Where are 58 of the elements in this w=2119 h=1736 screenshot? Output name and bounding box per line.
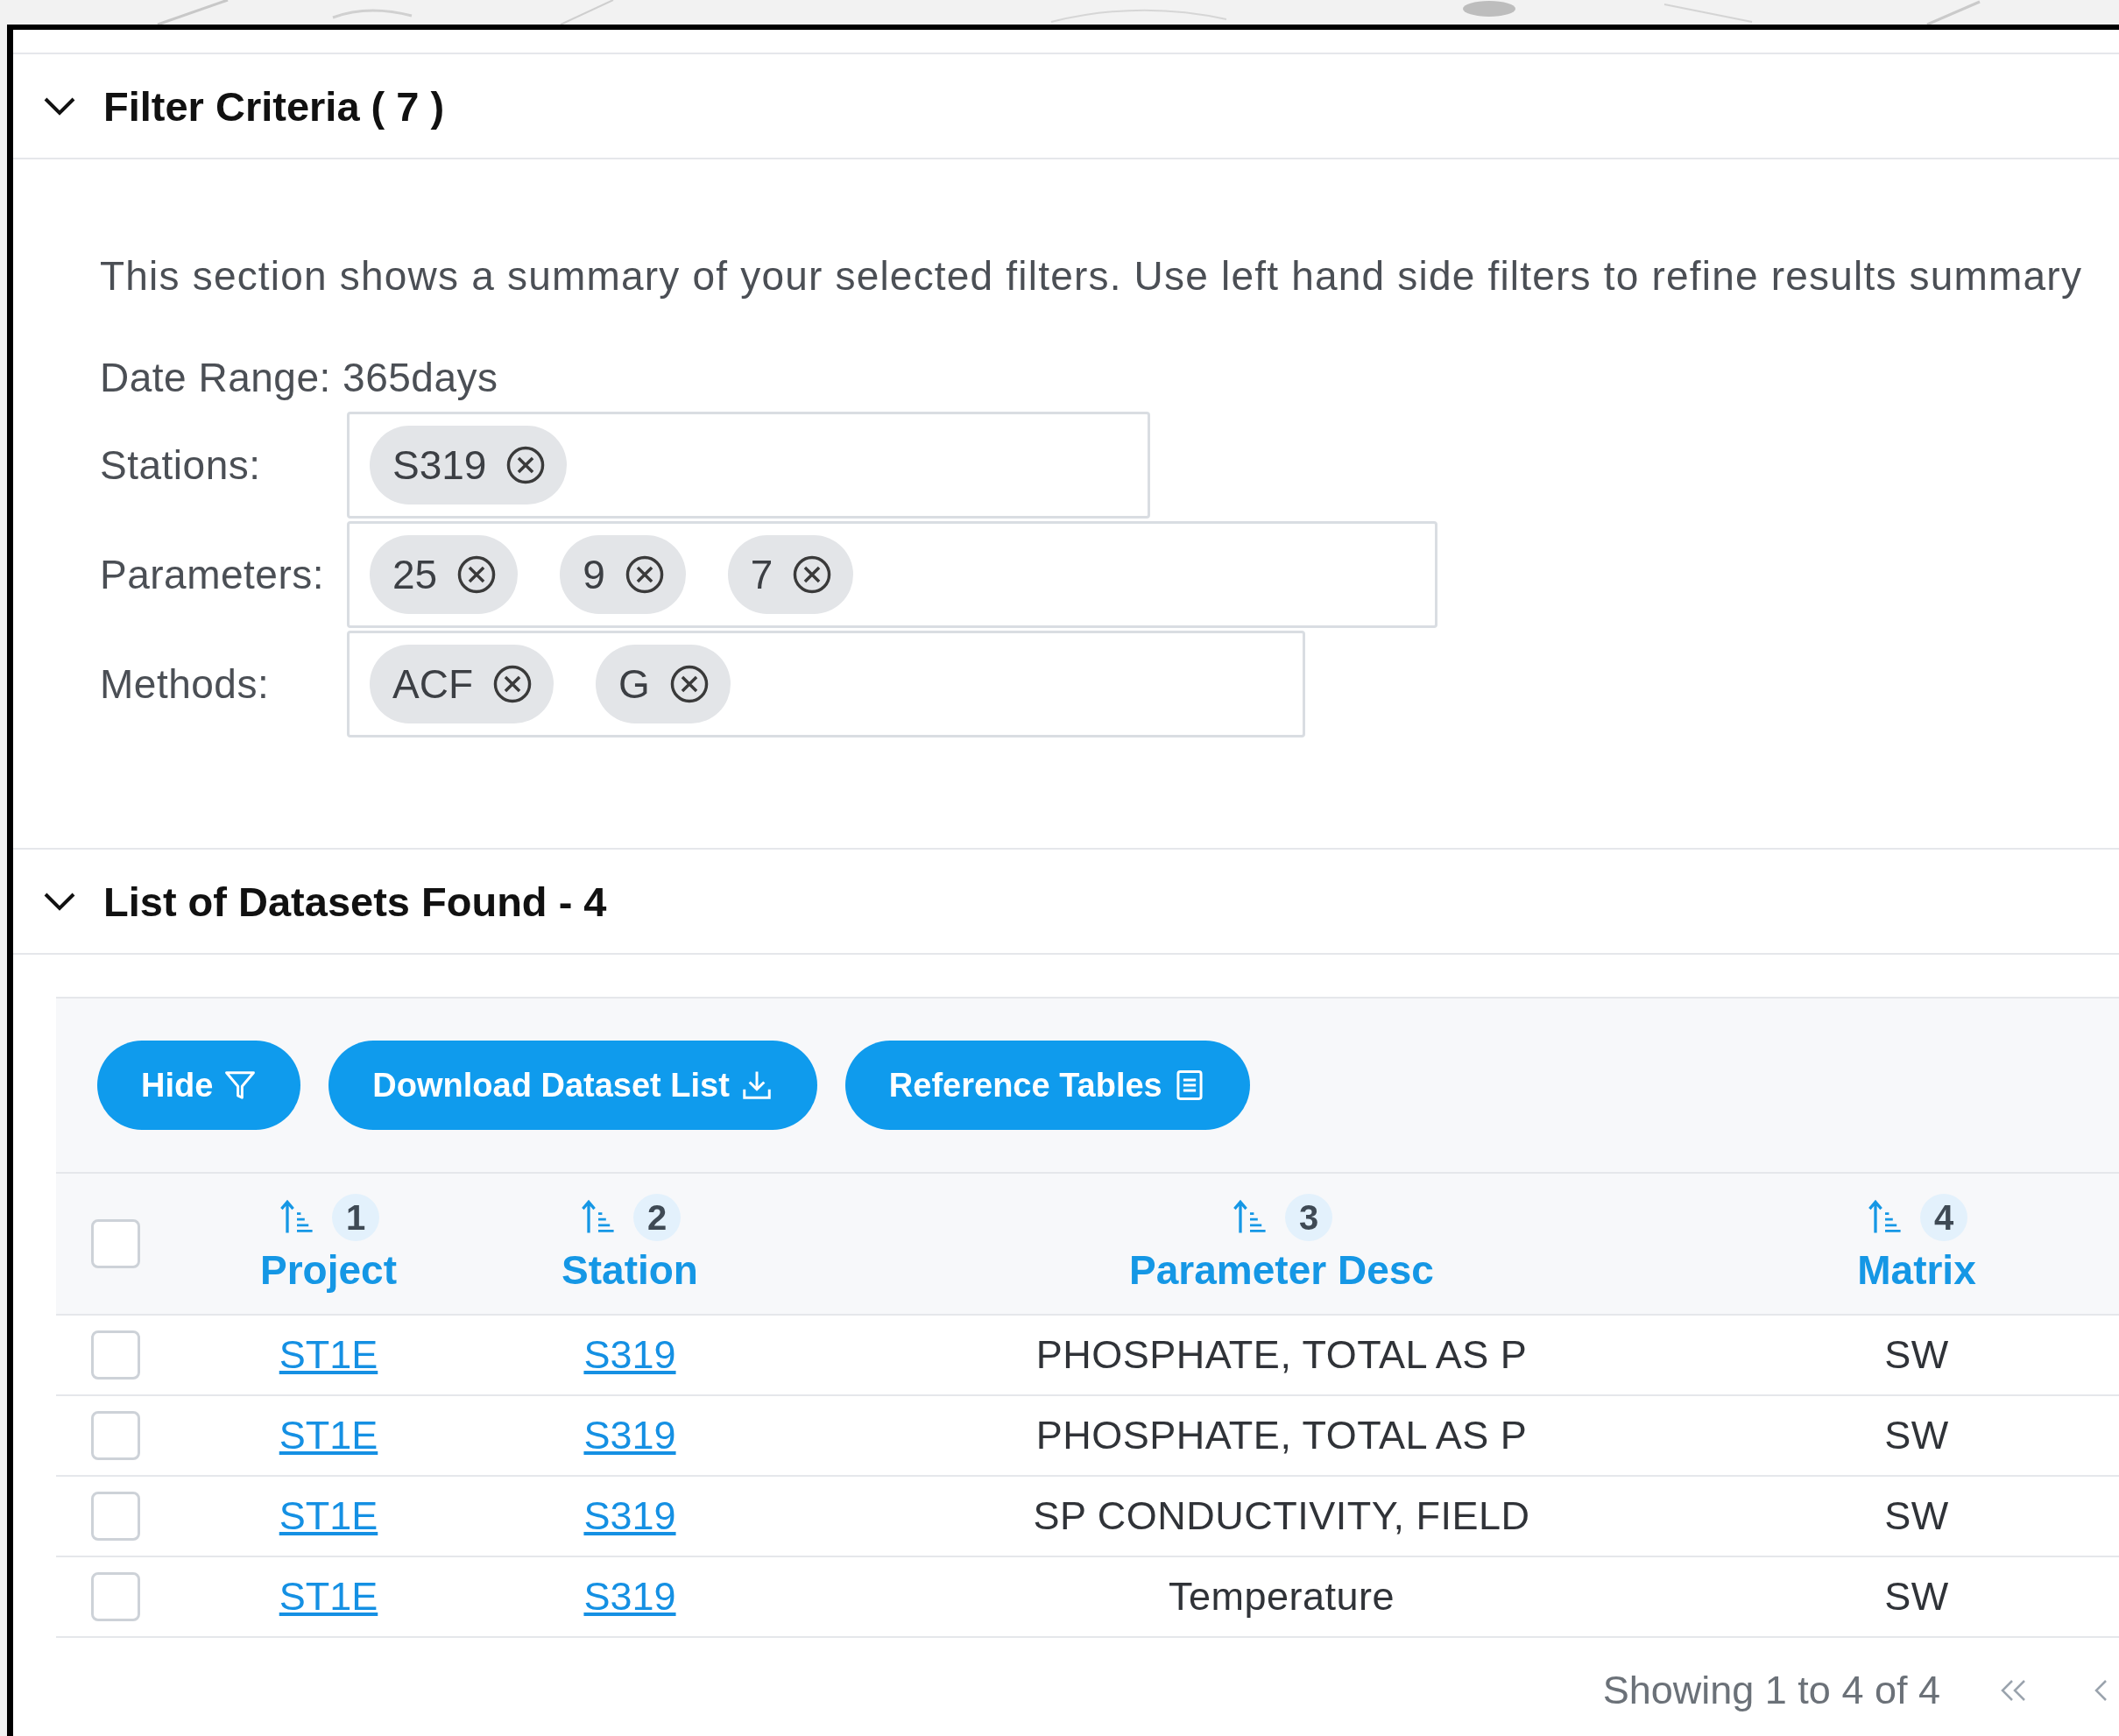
project-link[interactable]: ST1E [279,1493,378,1539]
section-title: Filter Criteria ( 7 ) [103,81,445,131]
toolbar-button[interactable]: Download Dataset List [328,1041,817,1130]
project-link[interactable]: ST1E [279,1332,378,1378]
station-link[interactable]: S319 [583,1574,676,1620]
filter-label: Methods: [100,660,271,708]
filter-chip[interactable]: ACF [370,645,554,723]
filter-chip[interactable]: 7 [727,535,854,614]
remove-icon[interactable] [792,554,833,595]
sort-order-badge: 2 [633,1194,681,1241]
description-text: This section shows a summary of your selected filters. Use left hand side filters to refine results summary [100,254,2084,298]
chip-field[interactable]: S319 [347,412,1150,519]
table-cell: PHOSPHATE, TOTAL AS P [1035,1413,1528,1458]
remove-icon[interactable] [456,554,498,595]
station-link[interactable]: S319 [583,1493,676,1539]
table-cell: SW [1884,1574,1949,1620]
table-cell: SP CONDUCTIVITY, FIELD [1033,1493,1530,1539]
chevron-icon[interactable] [42,891,77,912]
filter-chip[interactable]: S319 [370,426,568,505]
sort-order-badge: 3 [1285,1194,1332,1241]
station-link[interactable]: S319 [583,1332,676,1378]
filter-icon [223,1069,258,1102]
section-title: List of Datasets Found - 4 [103,877,607,926]
chevron-icon[interactable] [42,95,77,116]
row-checkbox[interactable] [91,1572,140,1621]
filter-chip[interactable]: 25 [370,535,519,614]
chip-field[interactable]: 25 9 7 [347,521,1437,628]
chip-field[interactable]: ACF G [347,631,1305,737]
table-cell: PHOSPHATE, TOTAL AS P [1035,1332,1528,1378]
column-header[interactable]: Project [260,1246,397,1294]
remove-icon[interactable] [624,554,665,595]
station-link[interactable]: S319 [583,1413,676,1458]
filter-chip[interactable]: 9 [560,535,686,614]
project-link[interactable]: ST1E [279,1413,378,1458]
toolbar-button[interactable]: Reference Tables [844,1041,1250,1130]
filter-label: Stations: [100,441,262,489]
column-header[interactable]: Station [562,1246,698,1294]
remove-icon[interactable] [505,445,547,485]
sort-order-badge: 4 [1920,1194,1967,1241]
remove-icon[interactable] [668,664,710,704]
filter-chip[interactable]: G [596,645,731,723]
date-range-text: Date Range: 365days [100,356,499,399]
row-checkbox[interactable] [91,1330,140,1380]
table-cell: SW [1884,1332,1949,1378]
table-cell: Temperature [1168,1574,1395,1620]
row-checkbox[interactable] [91,1492,140,1541]
column-header[interactable]: Parameter Desc [1129,1246,1434,1294]
sort-order-badge: 1 [332,1194,379,1241]
project-link[interactable]: ST1E [279,1574,378,1620]
table-cell: SW [1884,1413,1949,1458]
row-checkbox[interactable] [91,1411,140,1460]
pagination-summary: Showing 1 to 4 of 4 [1602,1668,1940,1713]
select-all-checkbox[interactable] [91,1219,140,1268]
filter-label: Parameters: [100,551,326,598]
toolbar-button[interactable]: Hide [97,1041,301,1130]
column-header[interactable]: Matrix [1857,1246,1976,1294]
remove-icon[interactable] [492,664,533,704]
table-cell: SW [1884,1493,1949,1539]
